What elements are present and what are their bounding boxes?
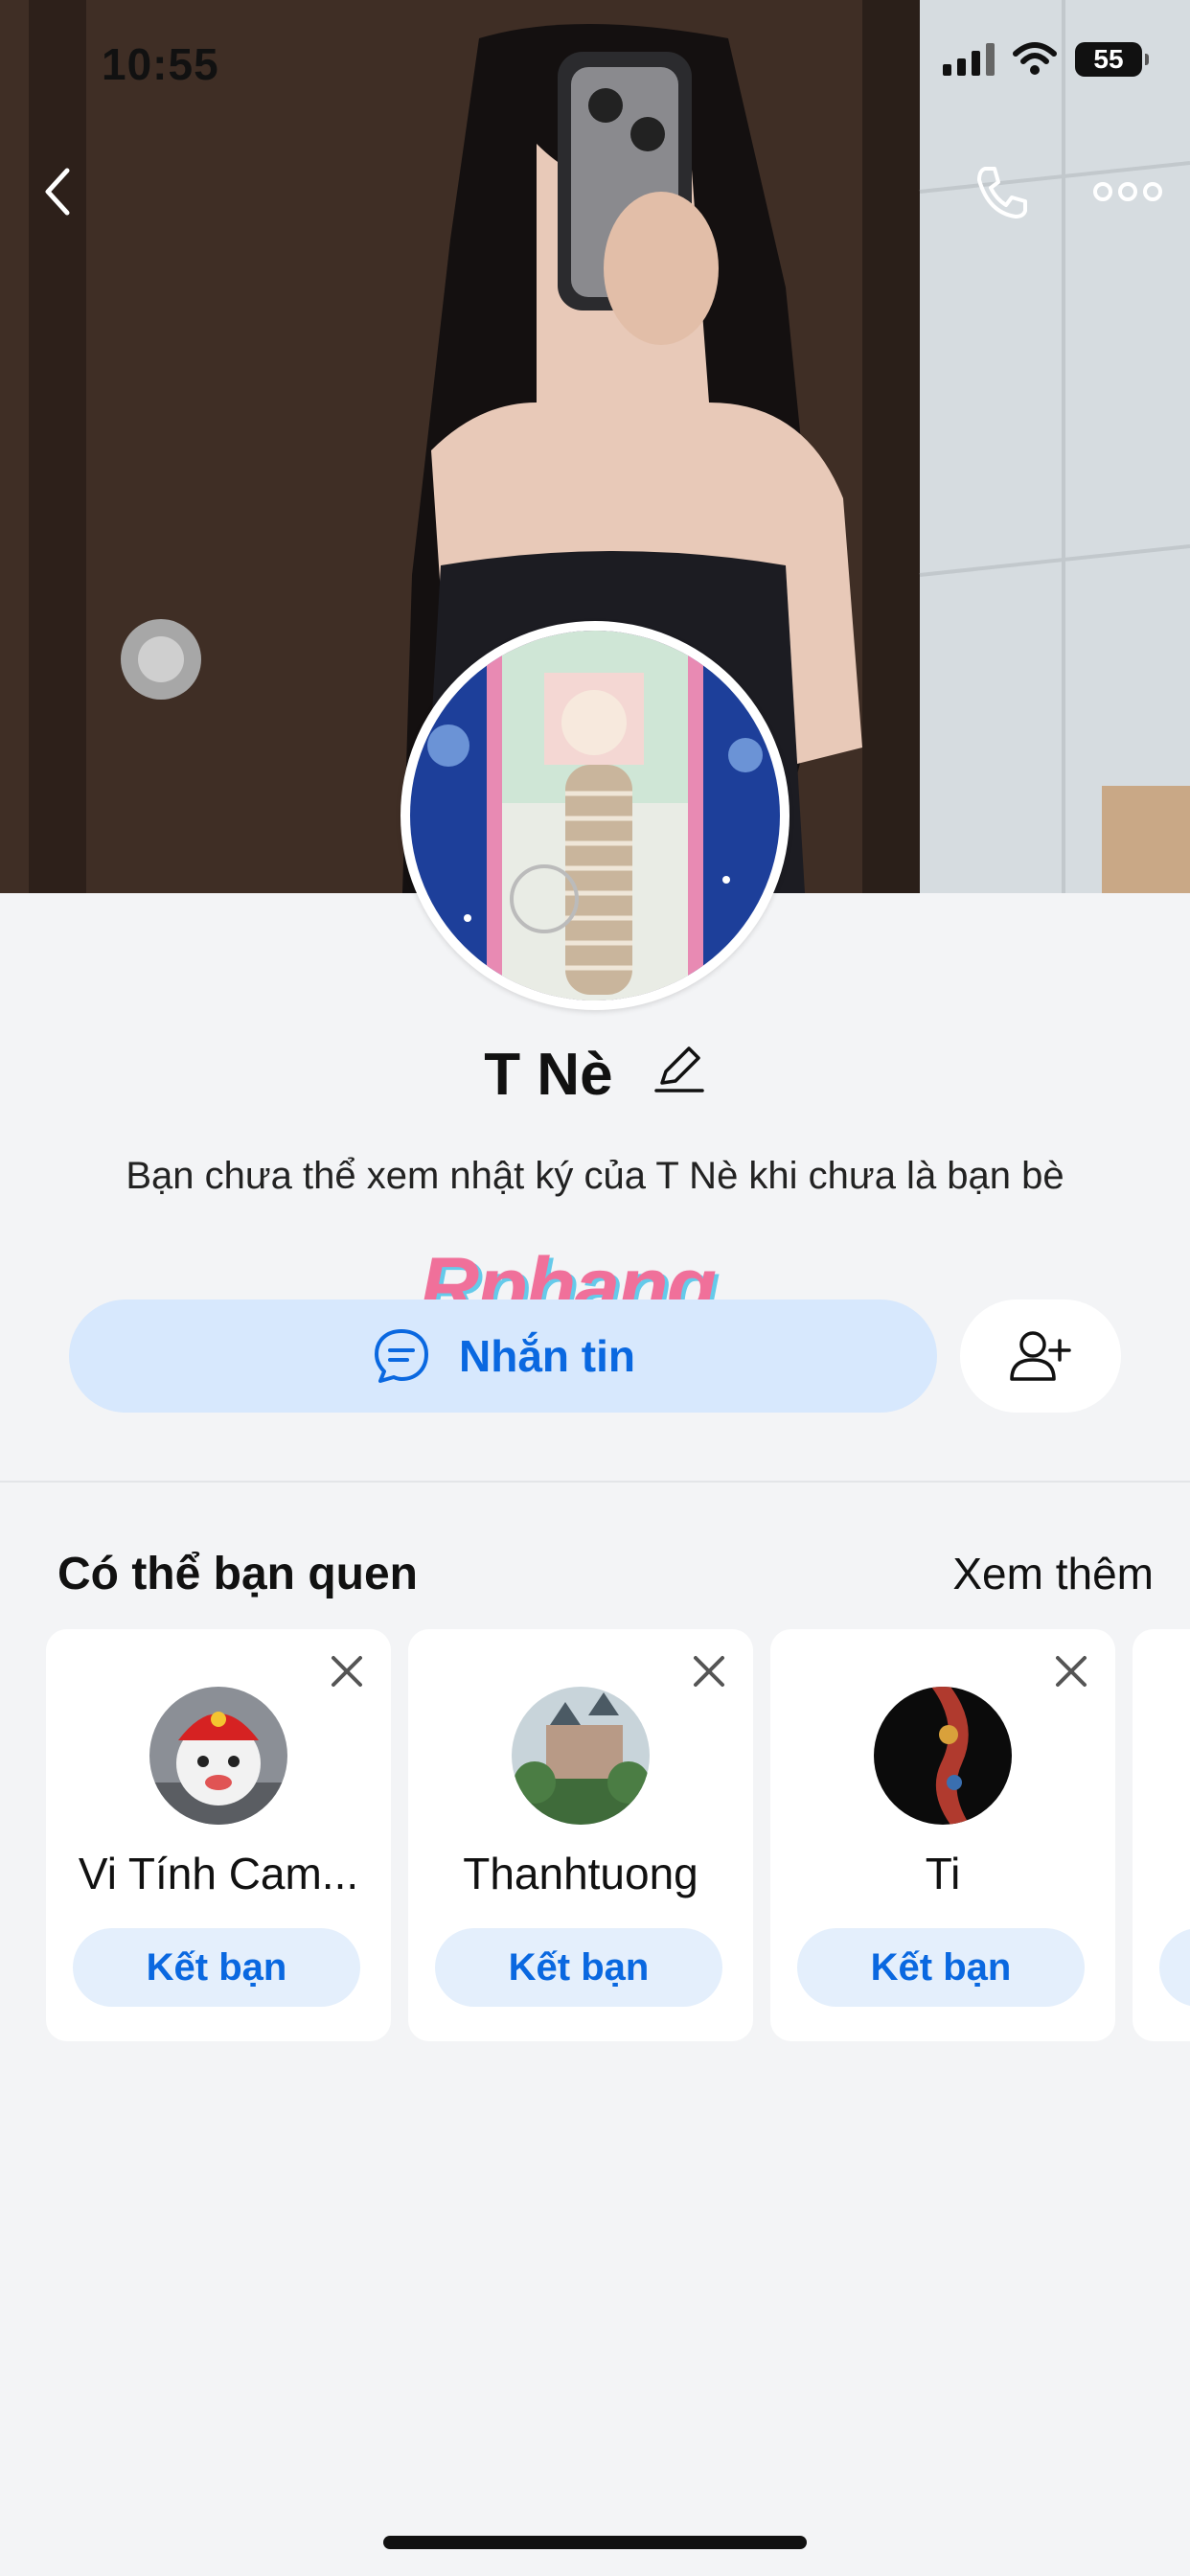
message-button[interactable]: Nhắn tin	[69, 1300, 937, 1413]
profile-avatar[interactable]	[400, 621, 790, 1010]
suggestions-title: Có thể bạn quen	[57, 1549, 418, 1599]
avatar[interactable]	[512, 1687, 650, 1825]
call-button[interactable]	[964, 153, 1041, 230]
suggestion-name: Vi Tính Cam...	[78, 1849, 359, 1898]
avatar[interactable]	[149, 1687, 287, 1825]
chat-bubble-icon	[375, 1329, 428, 1383]
avatar-image	[512, 1687, 650, 1825]
avatar[interactable]	[874, 1687, 1012, 1825]
battery-icon: 55	[1075, 42, 1149, 77]
status-icons: 55	[943, 42, 1149, 77]
avatar-image	[149, 1687, 287, 1825]
edit-name-button[interactable]	[652, 1041, 706, 1109]
more-options-button[interactable]	[1088, 153, 1167, 230]
add-person-icon	[1010, 1331, 1071, 1381]
more-dots-icon	[1093, 182, 1162, 201]
add-friend-button[interactable]: Kết bạn	[797, 1928, 1085, 2007]
wifi-icon	[1013, 42, 1057, 75]
section-divider	[0, 1481, 1190, 1483]
add-friend-button[interactable]	[960, 1300, 1121, 1413]
suggestion-card[interactable]: Thanhtuong Kết bạn	[408, 1629, 753, 2041]
chevron-left-icon	[45, 168, 70, 216]
battery-level: 55	[1093, 44, 1124, 74]
close-icon[interactable]	[1048, 1648, 1094, 1694]
add-friend-button[interactable]: Kết bạn	[435, 1928, 722, 2007]
suggestion-card[interactable]	[1133, 1629, 1190, 2041]
suggestion-card[interactable]: Vi Tính Cam... Kết bạn	[46, 1629, 391, 2041]
avatar-image	[410, 631, 780, 1000]
suggestion-name: Ti	[925, 1849, 961, 1898]
profile-name-row: T Nè	[0, 1037, 1190, 1109]
suggestion-carousel[interactable]: Vi Tính Cam... Kết bạn Thanhtuong Kết bạ…	[46, 1629, 1190, 2041]
phone-icon	[977, 167, 1027, 218]
pencil-icon	[654, 1046, 704, 1092]
close-icon[interactable]	[686, 1648, 732, 1694]
add-friend-button[interactable]	[1159, 1928, 1190, 2007]
privacy-notice: Bạn chưa thể xem nhật ký của T Nè khi ch…	[126, 1155, 1064, 1197]
close-icon[interactable]	[324, 1648, 370, 1694]
avatar-image	[874, 1687, 1012, 1825]
home-indicator[interactable]	[383, 2536, 807, 2549]
status-time: 10:55	[102, 39, 219, 89]
cellular-signal-icon	[943, 43, 995, 76]
suggestion-card[interactable]: Ti Kết bạn	[770, 1629, 1115, 2041]
suggestion-name: Thanhtuong	[463, 1849, 698, 1898]
add-friend-button[interactable]: Kết bạn	[73, 1928, 360, 2007]
see-more-link[interactable]: Xem thêm	[952, 1548, 1154, 1599]
profile-name: T Nè	[484, 1042, 613, 1109]
back-button[interactable]	[19, 153, 96, 230]
message-button-label: Nhắn tin	[459, 1331, 635, 1381]
